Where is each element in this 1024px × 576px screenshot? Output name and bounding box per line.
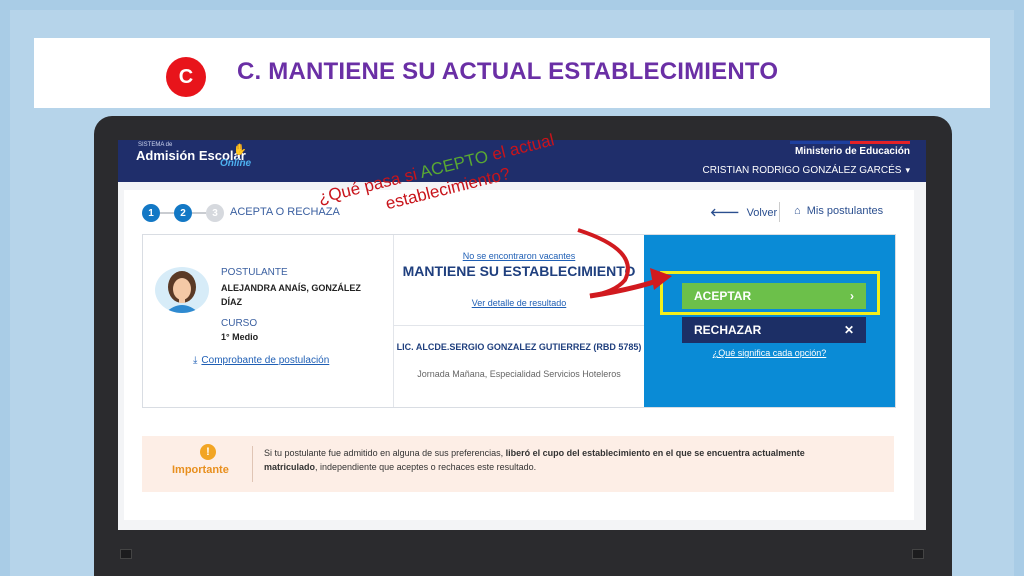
home-icon: ⌂ xyxy=(794,205,801,217)
hand-icon: ✋ xyxy=(233,144,247,156)
back-link[interactable]: 🡐 Volver xyxy=(710,205,777,219)
slide-title: C. MANTIENE SU ACTUAL ESTABLECIMIENTO xyxy=(237,58,779,85)
step-connector xyxy=(192,212,206,214)
result-card: POSTULANTE ALEJANDRA ANAÍS, GONZÁLEZ DÍA… xyxy=(142,234,896,408)
step-connector xyxy=(160,212,174,214)
my-applicants-link[interactable]: ⌂ Mis postulantes xyxy=(794,205,883,217)
important-label: Importante xyxy=(172,464,229,476)
school-name: LIC. ALCDE.SERGIO GONZALEZ GUTIERREZ (RB… xyxy=(396,342,642,352)
action-panel: ACEPTAR › RECHAZAR ✕ ¿Qué significa cada… xyxy=(644,235,895,407)
notice-divider xyxy=(252,446,253,482)
options-help-link[interactable]: ¿Qué significa cada opción? xyxy=(644,348,895,358)
reject-button[interactable]: RECHAZAR ✕ xyxy=(682,317,866,343)
step-indicator-2: 2 xyxy=(174,204,192,222)
no-vacancies-link[interactable]: No se encontraron vacantes xyxy=(394,251,644,261)
main-content: 1 2 3 ACEPTA O RECHAZA 🡐 Volver ⌂ Mis po… xyxy=(124,190,914,520)
course-label: CURSO xyxy=(221,318,258,329)
important-text-start: Si tu postulante fue admitido en alguna … xyxy=(264,448,506,458)
logo-sub-text: Online xyxy=(220,158,252,169)
accept-label: ACEPTAR xyxy=(694,289,752,303)
important-text-end: , independiente que aceptes o rechaces e… xyxy=(315,462,537,472)
result-status: MANTIENE SU ESTABLECIMIENTO xyxy=(402,263,636,279)
laptop-hinge-right xyxy=(912,549,924,559)
back-label: Volver xyxy=(746,207,778,219)
user-menu[interactable]: CRISTIAN RODRIGO GONZÁLEZ GARCÉS ▾ xyxy=(703,165,910,176)
applicant-name: ALEJANDRA ANAÍS, GONZÁLEZ DÍAZ xyxy=(221,283,361,307)
result-detail-link[interactable]: Ver detalle de resultado xyxy=(394,298,644,308)
user-name: CRISTIAN RODRIGO GONZÁLEZ GARCÉS xyxy=(702,165,902,176)
close-icon: ✕ xyxy=(843,323,854,337)
exclamation-icon: ! xyxy=(200,444,216,460)
chevron-down-icon: ▾ xyxy=(905,165,910,175)
applicant-avatar xyxy=(155,267,209,313)
laptop-hinge-left xyxy=(120,549,132,559)
laptop-screen: SISTEMA de Admisión Escolar ✋ Online Min… xyxy=(118,140,926,530)
step-indicator-1: 1 xyxy=(142,204,160,222)
chevron-right-icon: › xyxy=(850,289,854,303)
step-indicator-3: 3 xyxy=(206,204,224,222)
my-applicants-label: Mis postulantes xyxy=(806,205,884,217)
nav-divider xyxy=(779,202,780,222)
course-value: 1° Medio xyxy=(221,332,259,342)
ministry-label: Ministerio de Educación xyxy=(794,146,910,157)
column-divider xyxy=(394,325,644,326)
applicant-label: POSTULANTE xyxy=(221,267,288,278)
title-badge: C xyxy=(166,57,206,97)
ministry-color-bar xyxy=(790,141,910,144)
arrow-left-icon: 🡐 xyxy=(710,207,740,219)
school-description: Jornada Mañana, Especialidad Servicios H… xyxy=(417,369,621,379)
receipt-label: Comprobante de postulación xyxy=(201,355,330,366)
result-column: No se encontraron vacantes MANTIENE SU E… xyxy=(393,235,644,407)
accept-button[interactable]: ACEPTAR › xyxy=(682,283,866,309)
download-icon: ⤓ xyxy=(193,355,198,366)
receipt-link[interactable]: ⤓ Comprobante de postulación xyxy=(193,355,329,366)
important-notice: ! Importante Si tu postulante fue admiti… xyxy=(142,436,894,492)
reject-label: RECHAZAR xyxy=(694,323,762,337)
important-text: Si tu postulante fue admitido en alguna … xyxy=(264,446,844,474)
avatar-icon xyxy=(165,271,199,313)
